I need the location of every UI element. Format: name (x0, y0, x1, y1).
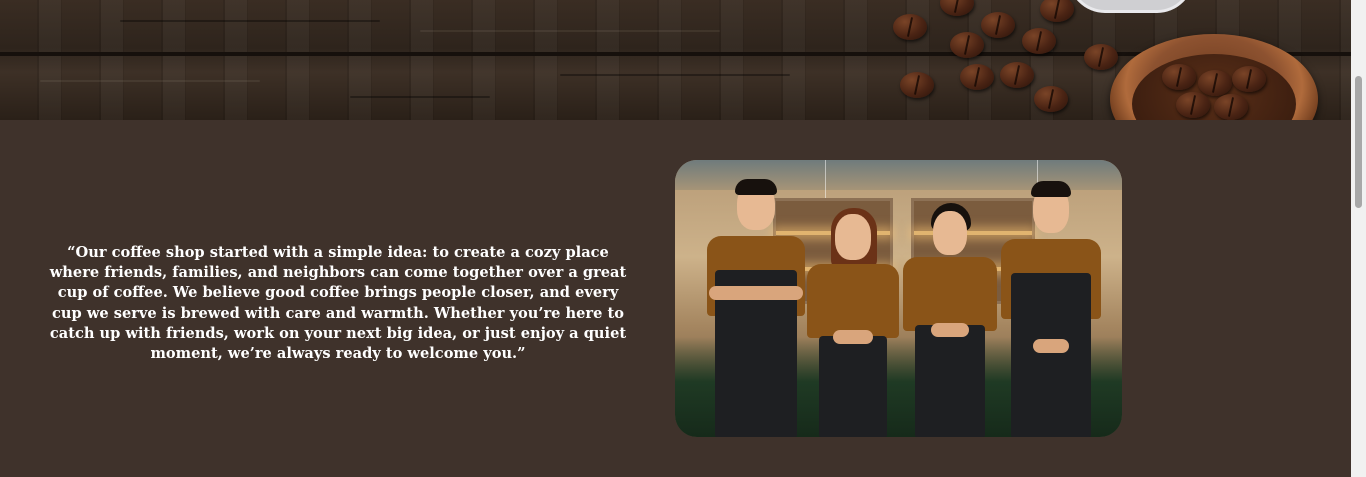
barista-apron (915, 325, 985, 437)
coffee-bean (950, 32, 984, 58)
coffee-bean (1040, 0, 1074, 22)
about-quote: “Our coffee shop started with a simple i… (49, 244, 627, 363)
barista-arms (833, 330, 873, 344)
coffee-bean (1232, 66, 1266, 92)
team-photo (675, 160, 1122, 437)
barista-shirt (807, 264, 899, 338)
barista (999, 181, 1103, 437)
barista-hair (1031, 181, 1071, 197)
barista-hair (735, 179, 777, 195)
coffee-bean (1198, 70, 1232, 96)
wooden-bowl (1110, 34, 1318, 120)
wood-grain (420, 30, 720, 32)
hero-banner-image (0, 0, 1351, 120)
barista (805, 208, 901, 437)
barista-arms (1033, 339, 1069, 353)
coffee-bean (1214, 94, 1248, 120)
barista-head (933, 211, 967, 255)
wood-grain (560, 74, 790, 76)
barista-head (835, 214, 871, 260)
coffee-bean (1000, 62, 1034, 88)
coffee-bean (960, 64, 994, 90)
scrollbar-thumb[interactable] (1355, 76, 1362, 208)
coffee-bean (1162, 64, 1196, 90)
barista (901, 203, 999, 437)
coffee-bean (1176, 92, 1210, 118)
coffee-bean (1022, 28, 1056, 54)
coffee-bean (1084, 44, 1118, 70)
barista-apron (819, 336, 887, 437)
barista-apron (1011, 273, 1091, 437)
page-scrollbar[interactable] (1351, 0, 1366, 477)
barista (707, 179, 805, 437)
wood-grain (120, 20, 380, 22)
barista-arms (709, 286, 803, 300)
coffee-bean (900, 72, 934, 98)
barista-shirt (903, 257, 997, 331)
barista-arms (931, 323, 969, 337)
coffee-bean (1034, 86, 1068, 112)
coffee-bean (981, 12, 1015, 38)
coffee-bean (893, 14, 927, 40)
wood-grain (40, 80, 260, 82)
coffee-cup (1068, 0, 1194, 13)
wood-grain (350, 96, 490, 98)
coffee-bean (940, 0, 974, 16)
